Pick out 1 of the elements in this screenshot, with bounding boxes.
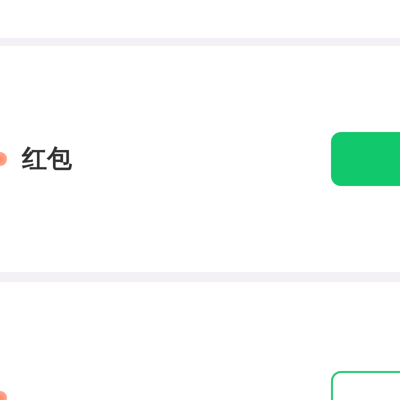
- item-title: 红包: [22, 144, 72, 174]
